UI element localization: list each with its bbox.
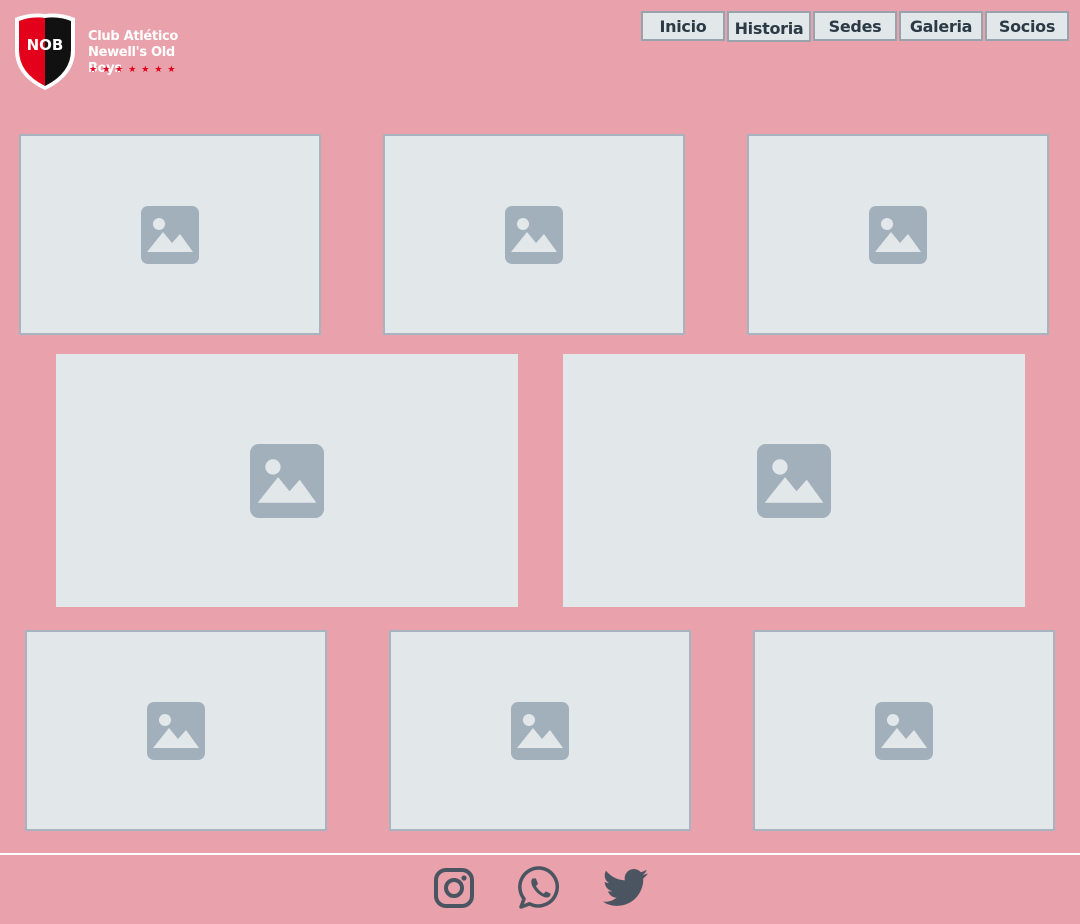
image-placeholder-icon	[141, 205, 199, 264]
gallery-image-5[interactable]	[563, 354, 1025, 607]
club-abbr: NOB	[27, 36, 64, 54]
main-nav: Inicio Historia Sedes Galeria Socios	[641, 11, 1069, 42]
twitter-icon	[603, 869, 649, 906]
club-stars: ★★★★★★★	[89, 64, 181, 74]
twitter-link[interactable]	[602, 864, 650, 912]
nav-sedes-button[interactable]: Sedes	[813, 11, 897, 41]
social-links	[0, 864, 1080, 912]
image-placeholder-icon	[869, 205, 927, 264]
image-placeholder-icon	[511, 701, 569, 760]
whatsapp-link[interactable]	[516, 864, 564, 912]
club-logo[interactable]: NOB Club Atlético Newell's Old Boys ★★★★…	[12, 10, 212, 94]
image-placeholder-icon	[875, 701, 933, 760]
gallery-image-3[interactable]	[747, 134, 1049, 335]
club-shield-icon: NOB	[15, 13, 75, 90]
club-name-line1: Club Atlético	[88, 29, 179, 44]
gallery-image-6[interactable]	[25, 630, 327, 831]
nav-inicio-button[interactable]: Inicio	[641, 11, 725, 41]
footer-divider	[0, 853, 1080, 855]
gallery-image-7[interactable]	[389, 630, 691, 831]
image-placeholder-icon	[250, 443, 324, 518]
nav-socios-button[interactable]: Socios	[985, 11, 1069, 41]
gallery-image-1[interactable]	[19, 134, 321, 335]
nav-galeria-button[interactable]: Galeria	[899, 11, 983, 41]
image-placeholder-icon	[147, 701, 205, 760]
instagram-icon	[434, 868, 474, 908]
nav-historia-button[interactable]: Historia	[727, 11, 811, 42]
whatsapp-icon	[518, 866, 559, 909]
image-placeholder-icon	[505, 205, 563, 264]
gallery-image-8[interactable]	[753, 630, 1055, 831]
instagram-link[interactable]	[430, 864, 478, 912]
gallery-image-4[interactable]	[56, 354, 518, 607]
image-placeholder-icon	[757, 443, 831, 518]
gallery-image-2[interactable]	[383, 134, 685, 335]
